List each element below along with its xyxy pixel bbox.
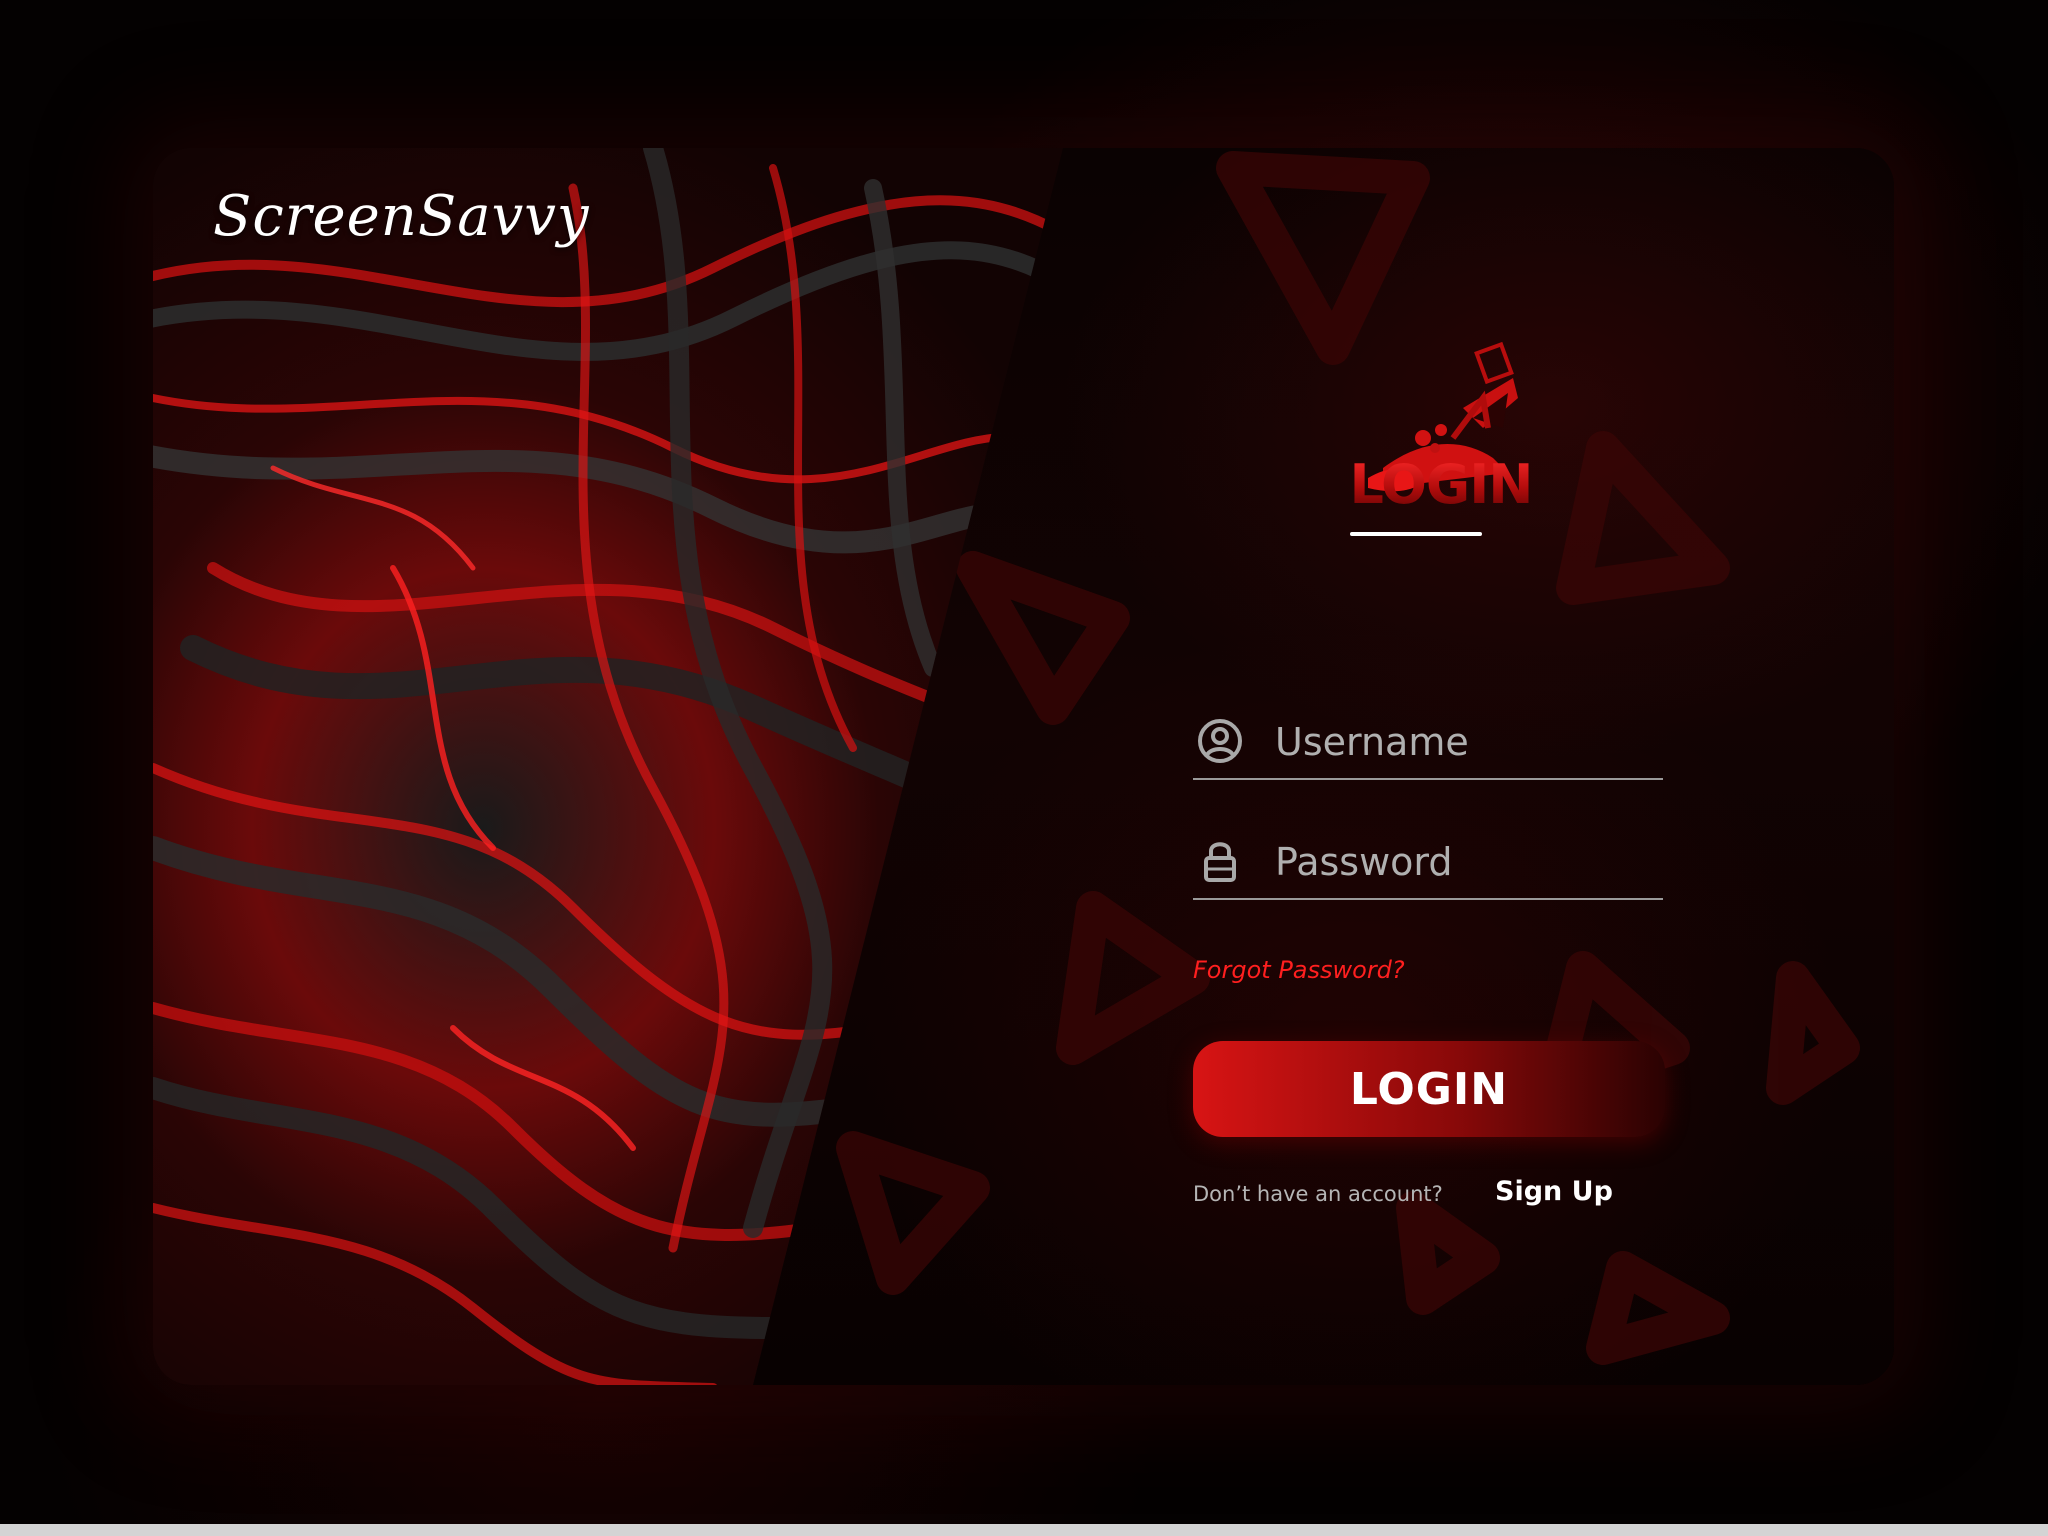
app-logo-icon <box>1368 341 1518 492</box>
forgot-password-link[interactable]: Forgot Password? <box>1193 956 1405 984</box>
fractal-art-image <box>153 148 1063 1385</box>
username-field[interactable] <box>1193 708 1663 780</box>
login-card: ScreenSavvy LOGIN Username Forgot Passwo… <box>153 148 1894 1385</box>
bottom-strip <box>0 1524 2048 1536</box>
signup-link[interactable]: Sign Up <box>1495 1176 1613 1207</box>
heading-underline <box>1350 532 1482 536</box>
username-input[interactable] <box>1275 714 1655 770</box>
login-heading: LOGIN <box>1323 453 1559 516</box>
page-background: ScreenSavvy LOGIN Username Forgot Passwo… <box>0 0 2048 1536</box>
password-field[interactable] <box>1193 828 1663 900</box>
password-input[interactable] <box>1275 834 1655 890</box>
fractal-art-panel: ScreenSavvy <box>153 148 1253 1385</box>
signup-prompt: Don’t have an account? <box>1193 1182 1443 1206</box>
lock-icon <box>1204 842 1236 882</box>
user-circle-icon <box>1198 719 1242 763</box>
signup-row: Don’t have an account? Sign Up <box>1193 1174 1665 1214</box>
login-button[interactable]: LOGIN <box>1193 1041 1665 1137</box>
brand-logo-text: ScreenSavvy <box>213 184 590 249</box>
